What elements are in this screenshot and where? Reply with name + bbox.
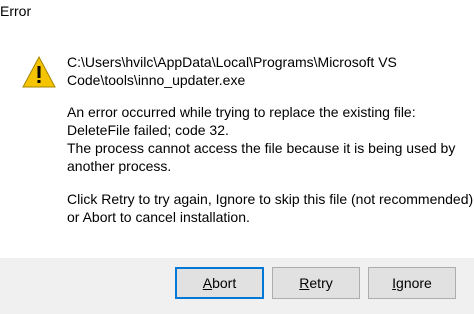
file-path-line-1: C:\Users\hvilc\AppData\Local\Programs\Mi… [67, 54, 397, 70]
instruction-line-1: Click Retry to try again, Ignore to skip… [67, 191, 474, 207]
error-line-3: The process cannot access the file becau… [67, 140, 456, 156]
window-title: Error [0, 3, 32, 19]
file-path-line-2: Code\tools\inno_updater.exe [67, 72, 246, 88]
error-line-1: An error occurred while trying to replac… [67, 104, 416, 120]
warning-icon [22, 55, 56, 88]
button-bar: Abort Retry Ignore [0, 258, 474, 314]
abort-accelerator: A [202, 275, 213, 291]
ignore-button[interactable]: Ignore [368, 267, 456, 299]
message-content: C:\Users\hvilc\AppData\Local\Programs\Mi… [67, 53, 474, 226]
ignore-label-rest: gnore [396, 275, 432, 291]
abort-button[interactable]: Abort [175, 267, 264, 299]
instruction-line-2: or Abort to cancel installation. [67, 209, 250, 225]
title-bar[interactable]: Error [0, 0, 474, 28]
error-line-2: DeleteFile failed; code 32. [67, 122, 229, 138]
error-dialog: Error C:\Users\hvilc\AppData\Local\Progr… [0, 0, 474, 314]
retry-button[interactable]: Retry [272, 267, 360, 299]
error-line-4: another process. [67, 158, 172, 174]
abort-label-rest: bort [212, 275, 237, 291]
retry-label-rest: etry [309, 275, 333, 291]
retry-accelerator: R [299, 275, 310, 291]
